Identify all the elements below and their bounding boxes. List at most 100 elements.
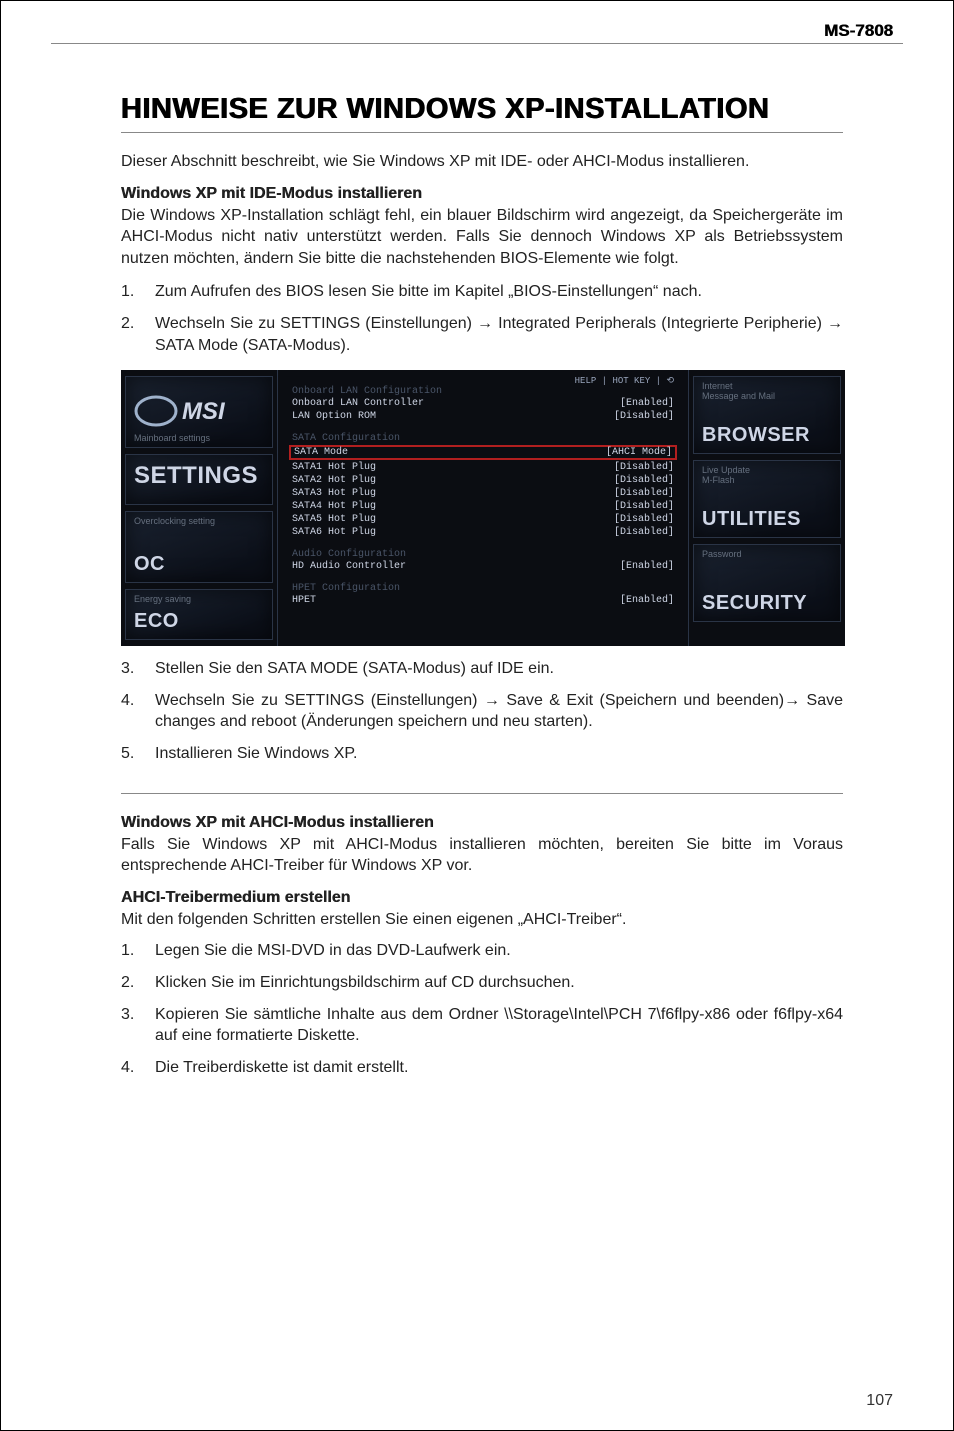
section1-steps-b: 3.Stellen Sie den SATA MODE (SATA-Modus)… <box>121 658 843 764</box>
bios-row[interactable]: SATA6 Hot Plug [Disabled] <box>292 526 674 539</box>
intro-paragraph: Dieser Abschnitt beschreibt, wie Sie Win… <box>121 151 843 173</box>
list-item: 4.Wechseln Sie zu SETTINGS (Einstellunge… <box>121 690 843 733</box>
bios-value: [Disabled] <box>614 475 674 486</box>
bios-group-title: Onboard LAN Configuration <box>292 386 674 397</box>
eco-tile[interactable]: Energy saving ECO <box>125 589 273 641</box>
bios-value: [Disabled] <box>614 488 674 499</box>
browser-tile[interactable]: Internet Message and Mail BROWSER <box>693 376 841 454</box>
page: MS-7808 HINWEISE ZUR WINDOWS XP-INSTALLA… <box>0 0 954 1431</box>
step-text: Stellen Sie den SATA MODE (SATA-Modus) a… <box>155 658 843 680</box>
bios-key: SATA6 Hot Plug <box>292 527 376 538</box>
bios-key: SATA5 Hot Plug <box>292 514 376 525</box>
oc-tile[interactable]: Overclocking setting OC <box>125 511 273 582</box>
bios-value: [Disabled] <box>614 501 674 512</box>
tile-big-label: BROWSER <box>702 424 810 447</box>
bios-screenshot: MSI Mainboard settings SETTINGS Overcloc… <box>121 370 845 646</box>
bios-group-title: Audio Configuration <box>292 549 674 560</box>
msi-logo-tile: MSI Mainboard settings <box>125 376 273 447</box>
section1-heading: Windows XP mit IDE-Modus installieren <box>121 185 843 203</box>
section-divider <box>121 793 843 794</box>
bios-row[interactable]: Onboard LAN Controller [Enabled] <box>292 397 674 410</box>
bios-key: HPET <box>292 595 316 606</box>
bios-value: [Disabled] <box>614 514 674 525</box>
step-text: Die Treiberdiskette ist damit erstellt. <box>155 1057 843 1079</box>
tile-big-label: ECO <box>134 610 179 633</box>
bios-right-column: Internet Message and Mail BROWSER Live U… <box>689 370 845 646</box>
step-text: Wechseln Sie zu SETTINGS (Einstellungen)… <box>155 313 843 356</box>
bios-key: SATA4 Hot Plug <box>292 501 376 512</box>
bios-key: SATA1 Hot Plug <box>292 462 376 473</box>
utilities-tile[interactable]: Live Update M-Flash UTILITIES <box>693 460 841 538</box>
bios-row[interactable]: SATA1 Hot Plug [Disabled] <box>292 461 674 474</box>
bios-value: [Enabled] <box>620 595 674 606</box>
section2-paragraph: Falls Sie Windows XP mit AHCI-Modus inst… <box>121 834 843 877</box>
bios-row[interactable]: LAN Option ROM [Disabled] <box>292 410 674 423</box>
bios-row[interactable]: HPET [Enabled] <box>292 594 674 607</box>
tile-big-label: OC <box>134 553 165 576</box>
step-number: 3. <box>121 1004 141 1047</box>
bios-row-highlighted[interactable]: SATA Mode [AHCI Mode] <box>289 445 677 460</box>
bios-value: [Disabled] <box>614 411 674 422</box>
step-number: 5. <box>121 743 141 765</box>
step-text: Klicken Sie im Einrichtungsbildschirm au… <box>155 972 843 994</box>
tile-caption: Password <box>702 549 742 559</box>
bios-value: [Disabled] <box>614 462 674 473</box>
page-title: HINWEISE ZUR WINDOWS XP-INSTALLATION <box>121 93 843 133</box>
bios-center-panel: HELP | HOT KEY | ⟲ Onboard LAN Configura… <box>277 370 689 646</box>
section3-paragraph: Mit den folgenden Schritten erstellen Si… <box>121 909 843 931</box>
bios-row[interactable]: SATA2 Hot Plug [Disabled] <box>292 474 674 487</box>
bios-key: LAN Option ROM <box>292 411 376 422</box>
list-item: 1. Zum Aufrufen des BIOS lesen Sie bitte … <box>121 281 843 303</box>
bios-value: [Enabled] <box>620 561 674 572</box>
bios-value: [Enabled] <box>620 398 674 409</box>
bios-key: HD Audio Controller <box>292 561 406 572</box>
bios-row[interactable]: SATA5 Hot Plug [Disabled] <box>292 513 674 526</box>
list-item: 4. Die Treiberdiskette ist damit erstellt… <box>121 1057 843 1079</box>
tile-caption: Energy saving <box>134 594 191 604</box>
step-text: Zum Aufrufen des BIOS lesen Sie bitte im… <box>155 281 843 303</box>
tile-caption: Overclocking setting <box>134 516 215 526</box>
bios-group-title: HPET Configuration <box>292 583 674 594</box>
tile-big-label: SETTINGS <box>134 462 258 490</box>
section1-steps-a: 1. Zum Aufrufen des BIOS lesen Sie bitte … <box>121 281 843 356</box>
list-item: 2. Klicken Sie im Einrichtungsbildschirm … <box>121 972 843 994</box>
security-tile[interactable]: Password SECURITY <box>693 544 841 622</box>
bios-key: SATA2 Hot Plug <box>292 475 376 486</box>
settings-tile[interactable]: SETTINGS <box>125 454 273 506</box>
bios-key: SATA Mode <box>294 447 348 458</box>
step-number: 1. <box>121 281 141 303</box>
content: HINWEISE ZUR WINDOWS XP-INSTALLATION Die… <box>121 93 843 1078</box>
list-item: 2. Wechseln Sie zu SETTINGS (Einstellunge… <box>121 313 843 356</box>
bios-row[interactable]: SATA4 Hot Plug [Disabled] <box>292 500 674 513</box>
step-number: 1. <box>121 940 141 962</box>
step-number: 4. <box>121 1057 141 1079</box>
tile-big-label: SECURITY <box>702 592 807 615</box>
bios-row[interactable]: SATA3 Hot Plug [Disabled] <box>292 487 674 500</box>
header-rule <box>51 43 903 44</box>
bios-row[interactable]: HD Audio Controller [Enabled] <box>292 560 674 573</box>
page-number: 107 <box>866 1392 893 1410</box>
bios-help-bar[interactable]: HELP | HOT KEY | ⟲ <box>575 376 674 386</box>
step-text: Wechseln Sie zu SETTINGS (Einstellungen)… <box>155 690 843 733</box>
bios-group-title: SATA Configuration <box>292 433 674 444</box>
step-number: 2. <box>121 972 141 994</box>
bios-left-column: MSI Mainboard settings SETTINGS Overcloc… <box>121 370 277 646</box>
step-text: Legen Sie die MSI-DVD in das DVD-Laufwer… <box>155 940 843 962</box>
section3-heading: AHCI-Treibermedium erstellen <box>121 889 843 907</box>
tile-caption: Live Update M-Flash <box>702 465 750 485</box>
bios-value: [AHCI Mode] <box>606 447 672 458</box>
svg-text:MSI: MSI <box>182 398 226 425</box>
step-text: Kopieren Sie sämtliche Inhalte aus dem O… <box>155 1004 843 1047</box>
header-model: MS-7808 <box>824 21 893 41</box>
tile-caption: Internet Message and Mail <box>702 381 775 401</box>
section1-paragraph: Die Windows XP-Installation schlägt fehl… <box>121 205 843 270</box>
tile-big-label: UTILITIES <box>702 508 801 531</box>
step-number: 2. <box>121 313 141 356</box>
section3-steps: 1. Legen Sie die MSI-DVD in das DVD-Laufw… <box>121 940 843 1078</box>
list-item: 5.Installieren Sie Windows XP. <box>121 743 843 765</box>
bios-value: [Disabled] <box>614 527 674 538</box>
bios-key: Onboard LAN Controller <box>292 398 424 409</box>
bios-key: SATA3 Hot Plug <box>292 488 376 499</box>
list-item: 3.Stellen Sie den SATA MODE (SATA-Modus)… <box>121 658 843 680</box>
list-item: 1. Legen Sie die MSI-DVD in das DVD-Laufw… <box>121 940 843 962</box>
